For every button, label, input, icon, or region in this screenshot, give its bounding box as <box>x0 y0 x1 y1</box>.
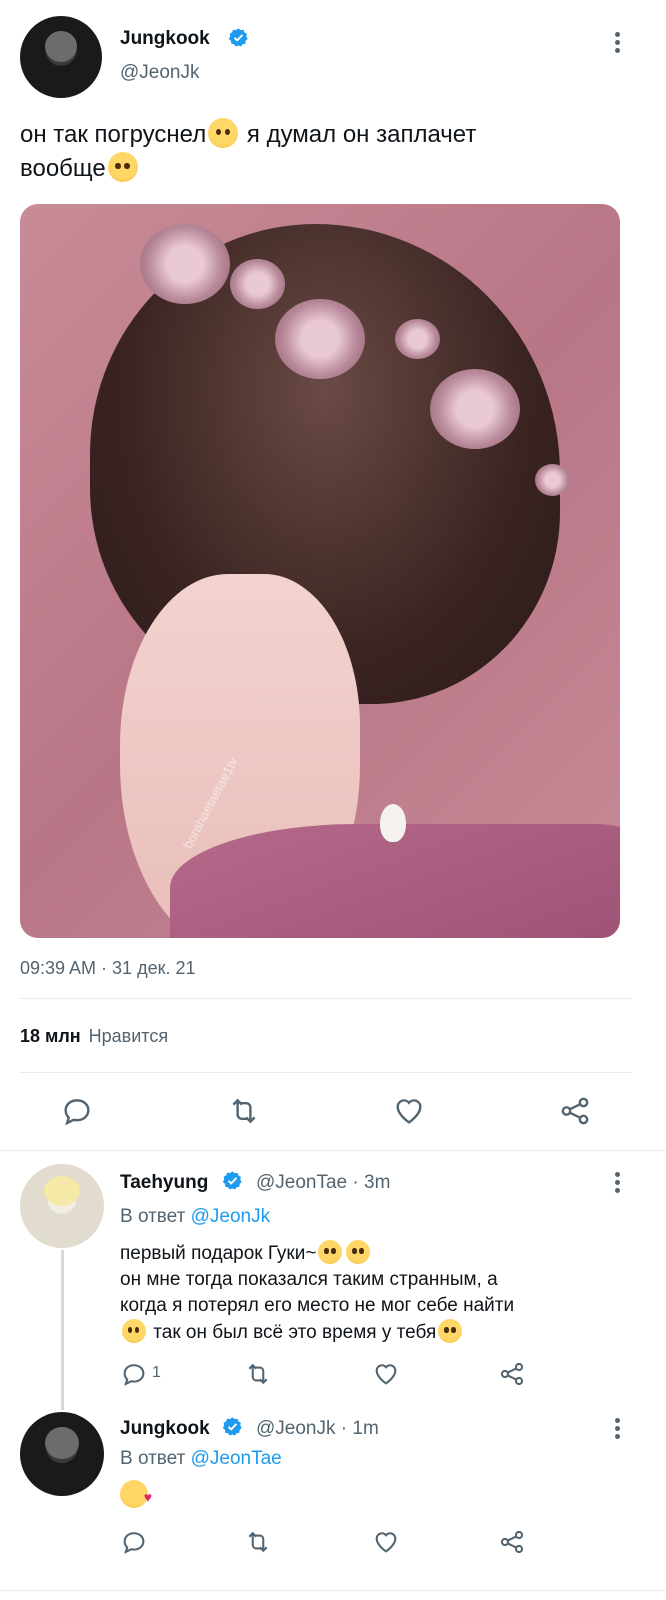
like-icon[interactable] <box>372 1528 400 1556</box>
reply-text-line3: когда я потерял его место не мог себе на… <box>120 1295 515 1316</box>
photo-flower <box>535 464 570 496</box>
reply-avatar[interactable] <box>20 1164 104 1248</box>
photo-earring <box>380 804 406 842</box>
reply-text-line4: так он был всё это время у тебя <box>148 1322 437 1343</box>
reply-author-name[interactable]: Jungkook <box>120 1418 210 1440</box>
likes-stat[interactable]: 18 млн Нравится <box>20 1026 168 1047</box>
photo-flower <box>430 369 520 449</box>
like-icon[interactable] <box>392 1094 426 1128</box>
like-icon[interactable] <box>372 1360 400 1388</box>
likes-count: 18 млн <box>20 1026 81 1046</box>
pleading-face-emoji-icon <box>346 1240 371 1264</box>
tweet-text-line1b: я думал он заплачет <box>240 121 477 148</box>
reply-count: 1 <box>152 1364 161 1381</box>
photo-flower <box>275 299 365 379</box>
reply-time: · 3m <box>352 1172 391 1193</box>
tweet-text: он так погруснел я думал он заплачет воо… <box>20 118 640 186</box>
tweet-photo[interactable]: borahaetaetae1tv <box>20 204 620 938</box>
more-options-icon[interactable] <box>615 1172 621 1196</box>
share-icon[interactable] <box>498 1528 526 1556</box>
mention-link[interactable]: @JeonTae <box>191 1448 282 1469</box>
retweet-icon[interactable] <box>226 1094 262 1128</box>
replying-to: В ответ @JeonTae <box>120 1448 282 1470</box>
reply-text-line1: первый подарок Гуки~ <box>120 1243 317 1264</box>
smiling-face-with-hearts-emoji-icon <box>120 1480 152 1510</box>
reply-icon[interactable] <box>120 1360 148 1388</box>
pleading-face-emoji-icon <box>438 1319 463 1343</box>
reply-text <box>120 1480 152 1516</box>
reply-icon[interactable] <box>60 1094 94 1128</box>
more-options-icon[interactable] <box>615 32 621 56</box>
pleading-face-emoji-icon <box>208 118 239 148</box>
retweet-icon[interactable] <box>243 1360 273 1388</box>
author-avatar[interactable] <box>20 16 102 98</box>
verified-badge-icon <box>228 28 248 47</box>
replying-prefix: В ответ <box>120 1206 186 1227</box>
author-handle[interactable]: @JeonJk <box>120 62 200 84</box>
divider <box>0 1150 666 1151</box>
likes-label: Нравится <box>88 1026 169 1046</box>
verified-badge-icon <box>222 1171 242 1190</box>
verified-badge-icon <box>222 1417 242 1436</box>
share-icon[interactable] <box>498 1360 526 1388</box>
replying-prefix: В ответ <box>120 1448 186 1469</box>
photo-flower <box>395 319 440 359</box>
retweet-icon[interactable] <box>243 1528 273 1556</box>
thread-line <box>61 1250 64 1410</box>
reply-icon[interactable] <box>120 1528 148 1556</box>
reply-text-line2: он мне тогда показался таким странным, а <box>120 1269 498 1290</box>
photo-flower <box>140 224 230 304</box>
pleading-face-emoji-icon <box>318 1240 343 1264</box>
replying-to: В ответ @JeonJk <box>120 1206 270 1228</box>
more-options-icon[interactable] <box>615 1418 621 1442</box>
divider <box>20 1072 632 1073</box>
mention-link[interactable]: @JeonJk <box>191 1206 271 1227</box>
reply-time: · 1m <box>340 1418 379 1439</box>
divider <box>20 998 632 999</box>
reply-author-handle[interactable]: @JeonJk · 1m <box>256 1418 379 1440</box>
reply-author-name[interactable]: Taehyung <box>120 1172 208 1194</box>
tweet-text-line1: он так погруснел <box>20 121 207 148</box>
worried-face-emoji-icon <box>107 152 138 182</box>
author-name[interactable]: Jungkook <box>120 28 210 50</box>
reply-author-handle[interactable]: @JeonTae · 3m <box>256 1172 390 1194</box>
hand-over-mouth-emoji-icon <box>122 1319 146 1343</box>
divider <box>0 1590 666 1591</box>
reply-handle: @JeonJk <box>256 1418 336 1439</box>
tweet-text-line2: вообще <box>20 155 106 182</box>
photo-flower <box>230 259 285 309</box>
share-icon[interactable] <box>558 1094 592 1128</box>
reply-text: первый подарок Гуки~ он мне тогда показа… <box>120 1240 640 1346</box>
tweet-timestamp[interactable]: 09:39 AM · 31 дек. 21 <box>20 958 195 979</box>
reply-handle: @JeonTae <box>256 1172 348 1193</box>
reply-avatar[interactable] <box>20 1412 104 1496</box>
